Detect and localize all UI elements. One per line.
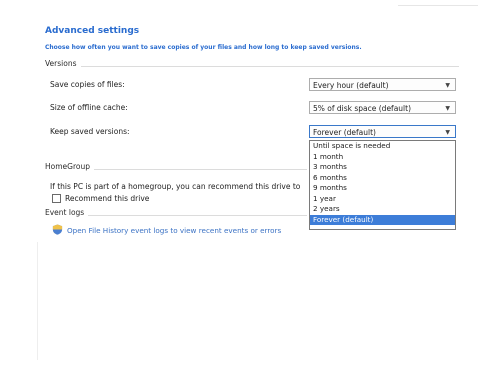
recommend-drive-label[interactable]: Recommend this drive bbox=[65, 194, 149, 203]
event-logs-link[interactable]: Open File History event logs to view rec… bbox=[67, 226, 281, 235]
chevron-down-icon: ▼ bbox=[445, 82, 450, 89]
dropdown-option[interactable]: 1 month bbox=[310, 152, 455, 163]
dropdown-option[interactable]: 9 months bbox=[310, 183, 455, 194]
dropdown-option[interactable]: 1 year bbox=[310, 194, 455, 205]
keep-versions-dropdown[interactable]: Until space is needed 1 month 3 months 6 mo… bbox=[309, 140, 456, 230]
page-subtitle: Choose how often you want to save copies… bbox=[45, 44, 362, 51]
save-copies-label: Save copies of files: bbox=[50, 80, 125, 89]
dropdown-option[interactable]: 2 years bbox=[310, 204, 455, 215]
dropdown-option[interactable]: Forever (default) bbox=[310, 214, 455, 225]
shield-icon bbox=[52, 224, 63, 235]
save-copies-select[interactable]: Every hour (default) ▼ bbox=[309, 78, 456, 91]
page-title: Advanced settings bbox=[45, 26, 140, 36]
recommend-drive-checkbox[interactable] bbox=[52, 194, 61, 203]
offline-cache-select[interactable]: 5% of disk space (default) ▼ bbox=[309, 101, 456, 114]
chevron-down-icon: ▼ bbox=[445, 129, 450, 136]
dropdown-option[interactable]: 3 months bbox=[310, 162, 455, 173]
offline-cache-label: Size of offline cache: bbox=[50, 103, 128, 112]
keep-versions-value: Forever (default) bbox=[313, 128, 376, 137]
left-edge-line bbox=[37, 242, 38, 360]
save-copies-value: Every hour (default) bbox=[313, 81, 389, 90]
keep-versions-select[interactable]: Forever (default) ▼ bbox=[309, 125, 456, 138]
homegroup-group-label: HomeGroup bbox=[45, 162, 94, 171]
event-logs-group-label: Event logs bbox=[45, 208, 89, 217]
versions-divider bbox=[45, 66, 459, 67]
window-edge bbox=[398, 5, 478, 6]
keep-versions-label: Keep saved versions: bbox=[50, 127, 130, 136]
homegroup-description: If this PC is part of a homegroup, you c… bbox=[50, 182, 301, 191]
dropdown-option[interactable]: 6 months bbox=[310, 173, 455, 184]
dropdown-option[interactable]: Until space is needed bbox=[310, 141, 455, 152]
offline-cache-value: 5% of disk space (default) bbox=[313, 104, 412, 113]
versions-group-label: Versions bbox=[45, 59, 81, 68]
chevron-down-icon: ▼ bbox=[445, 105, 450, 112]
